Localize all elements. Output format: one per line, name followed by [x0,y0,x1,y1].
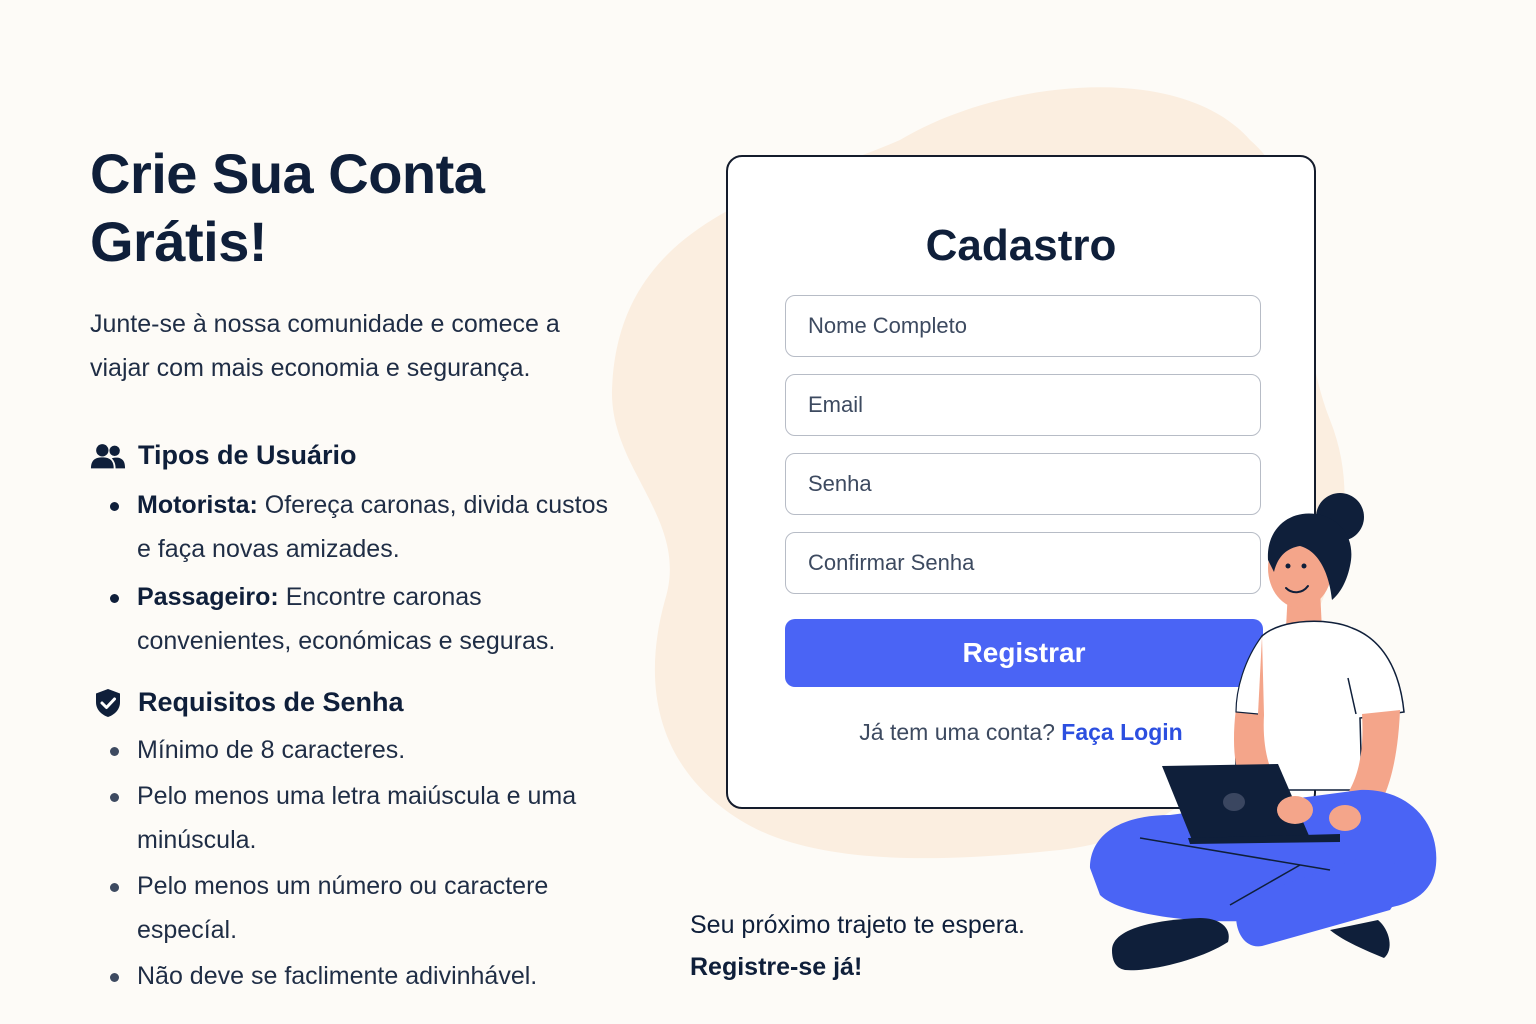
users-icon [90,441,126,471]
password-requirements-heading-text: Requisitos de Senha [138,687,404,717]
shield-check-icon [90,688,126,718]
page-title-line2: Grátis! [90,210,268,273]
user-type-label: Passageiro: [137,583,279,611]
footer-message-text: Seu próximo trajeto te espera. [690,911,1025,939]
user-types-list: Motorista: Ofereça caronas, divida custo… [110,483,620,663]
list-item: Não deve se faclimente adivinhável. [110,954,620,998]
password-requirements-list: Mínimo de 8 caracteres. Pelo menos uma l… [110,728,620,998]
footer-message: Seu próximo trajeto te espera. Registre-… [690,904,1025,988]
user-types-heading-text: Tipos de Usuário [138,440,357,470]
person-with-laptop-illustration [1090,493,1437,971]
password-requirements-heading: Requisitos de Senha [90,687,620,718]
list-item: Motorista: Ofereça caronas, divida custo… [110,483,620,571]
user-type-label: Motorista: [137,491,258,519]
signup-title: Cadastro [925,221,1117,270]
list-item: Mínimo de 8 caracteres. [110,728,620,772]
page-title-line1: Crie Sua Conta [90,142,485,205]
intro-panel: Crie Sua Conta Grátis! Junte-se à nossa … [90,140,620,1000]
page-title: Crie Sua Conta Grátis! [90,140,620,276]
email-input[interactable] [785,374,1261,436]
list-item: Passageiro: Encontre caronas conveniente… [110,575,620,663]
login-prompt: Já tem uma conta? [859,719,1055,745]
full-name-input[interactable] [785,295,1261,357]
list-item: Pelo menos um número ou caractere especí… [110,864,620,952]
user-types-heading: Tipos de Usuário [90,440,620,471]
footer-cta: Registre-se já! [690,953,863,981]
page-subtitle: Junte-se à nossa comunidade e comece a v… [90,310,560,382]
list-item: Pelo menos uma letra maiúscula e uma min… [110,774,620,862]
